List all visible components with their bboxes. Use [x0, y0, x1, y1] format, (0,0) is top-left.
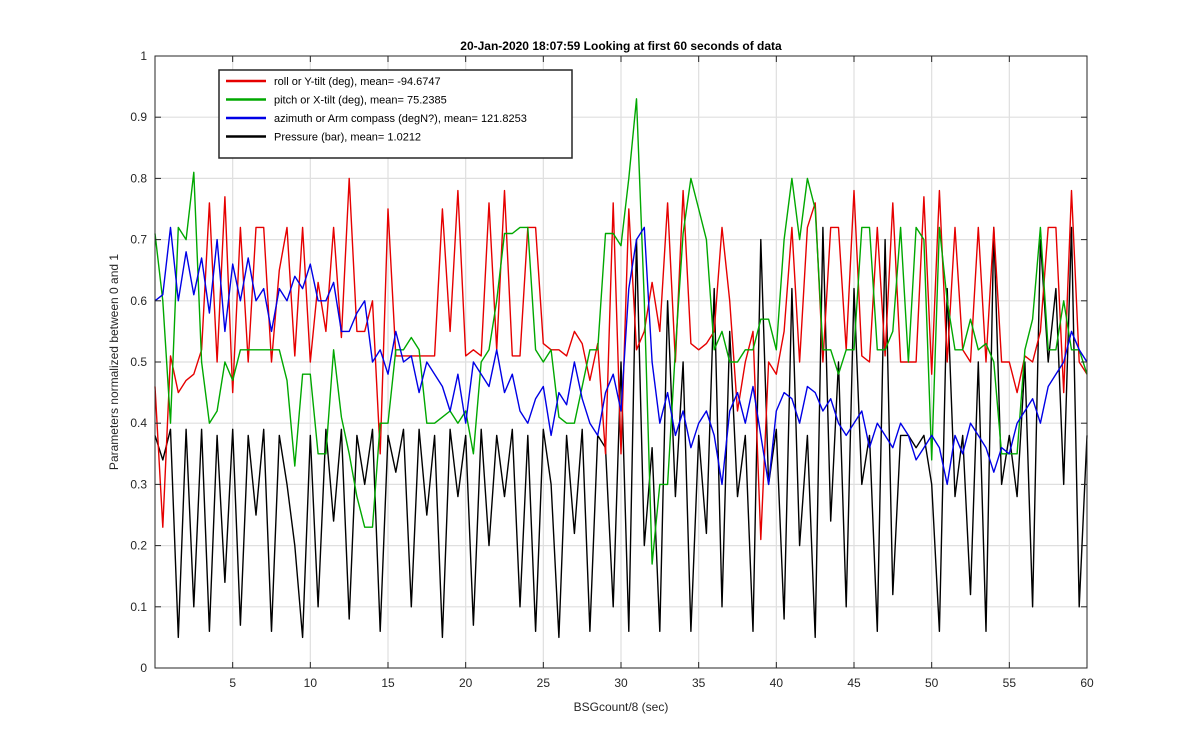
- x-tick-label: 5: [229, 676, 236, 690]
- legend: roll or Y-tilt (deg), mean= -94.6747 pitc…: [218, 69, 573, 159]
- x-tick-label: 60: [1080, 676, 1094, 690]
- y-tick-label: 0.8: [130, 171, 147, 185]
- legend-entry-label: roll or Y-tilt (deg), mean= -94.6747: [274, 76, 441, 88]
- x-tick-label: 45: [847, 676, 861, 690]
- legend-entry-label: pitch or X-tilt (deg), mean= 75.2385: [274, 95, 447, 107]
- y-tick-label: 0: [140, 661, 147, 675]
- x-tick-label: 10: [304, 676, 318, 690]
- x-tick-label: 20: [459, 676, 473, 690]
- x-tick-label: 40: [770, 676, 784, 690]
- y-tick-label: 1: [140, 49, 147, 63]
- y-tick-label: 0.1: [130, 600, 147, 614]
- x-tick-label: 55: [1003, 676, 1017, 690]
- x-tick-label: 35: [692, 676, 706, 690]
- y-tick-label: 0.2: [130, 539, 147, 553]
- x-tick-label: 50: [925, 676, 939, 690]
- x-tick-label: 15: [381, 676, 395, 690]
- y-tick-label: 0.5: [130, 355, 147, 369]
- y-tick-label: 0.3: [130, 477, 147, 491]
- x-tick-label: 30: [614, 676, 628, 690]
- x-axis-label: BSGcount/8 (sec): [574, 700, 669, 714]
- figure: 5 10 15 20 25 30 35 40 45 50 55 60 0 0.1 0.2 0.3 0.4 0.5 0…: [0, 0, 1200, 750]
- y-tick-label: 0.4: [130, 416, 147, 430]
- chart-title: 20-Jan-2020 18:07:59 Looking at first 60…: [460, 39, 782, 53]
- y-tick-label: 0.9: [130, 110, 147, 124]
- x-tick-label: 25: [537, 676, 551, 690]
- legend-entry-label: Pressure (bar), mean= 1.0212: [274, 132, 421, 144]
- y-axis-label: Parameters normalized between 0 and 1: [107, 254, 121, 470]
- legend-entry-label: azimuth or Arm compass (degN?), mean= 12…: [274, 113, 527, 125]
- y-tick-label: 0.6: [130, 294, 147, 308]
- y-tick-label: 0.7: [130, 233, 147, 247]
